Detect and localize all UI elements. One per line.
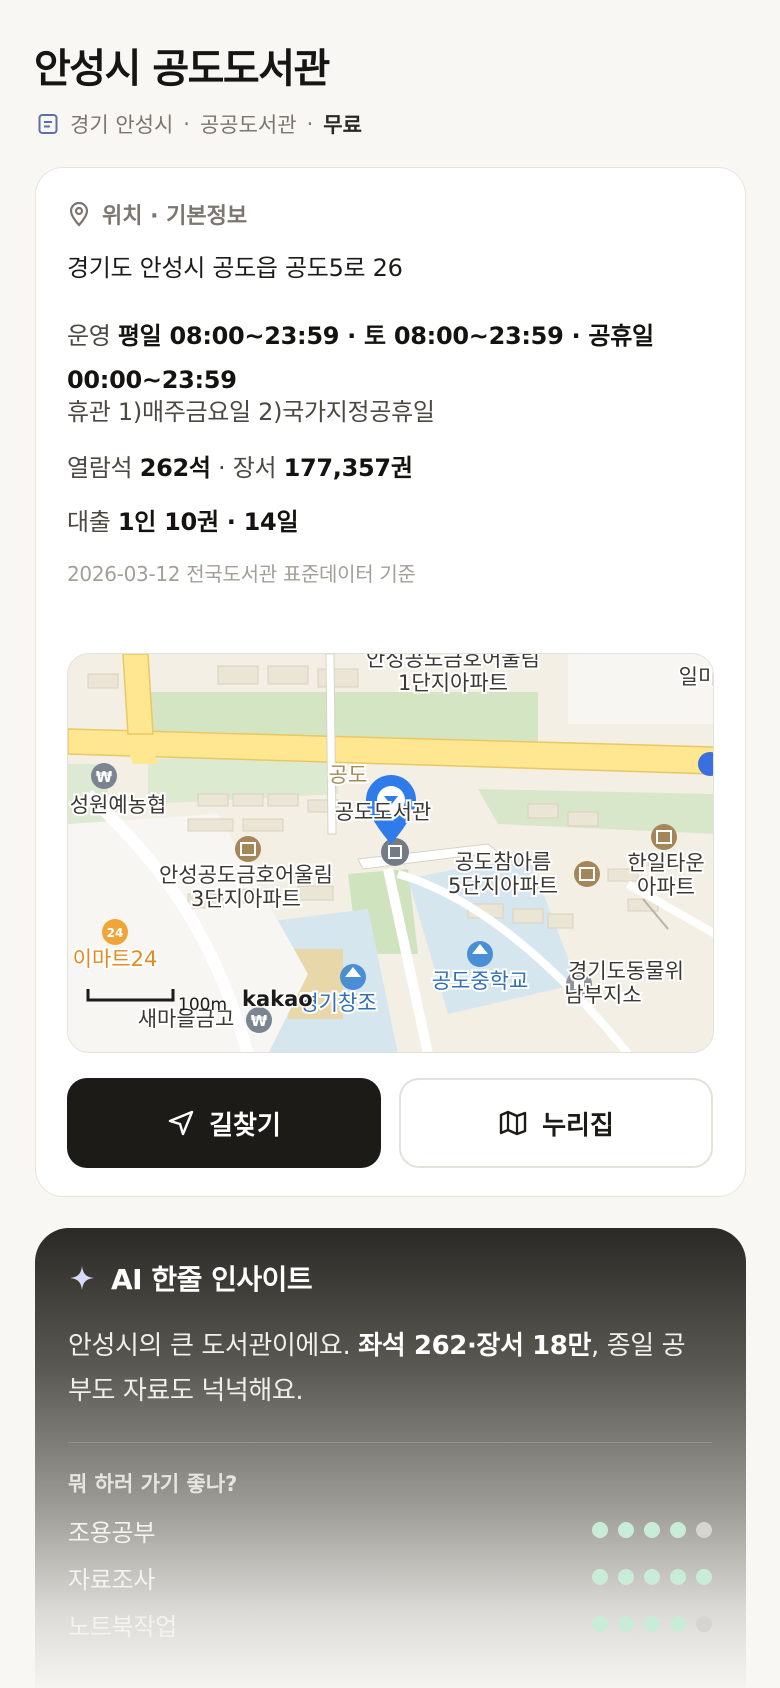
svg-text:₩: ₩ <box>251 1012 268 1030</box>
map-label-apt5: 공도참아름 <box>455 850 552 874</box>
closed-value: 1)매주금요일 2)국가지정공휴일 <box>117 398 435 426</box>
map-label-animal: 경기도동물위 <box>568 959 684 983</box>
rating-dots <box>592 1522 712 1538</box>
seats-value: 262석 <box>139 454 211 482</box>
rating-dot-empty <box>696 1522 712 1538</box>
seats-label: 열람석 <box>67 454 133 482</box>
data-source: 2026-03-12 전국도서관 표준데이터 기준 <box>67 562 416 586</box>
map-label-school: 공도중학교 <box>432 969 529 993</box>
capacity: 열람석 262석 · 장서 177,357권 <box>67 448 413 483</box>
library-detail-page: 안성시 공도도서관 경기 안성시 · 공공도서관 · 무료 위치 · 기본정보 … <box>0 0 780 1688</box>
loan-label: 대출 <box>67 508 111 536</box>
website-button[interactable]: 누리집 <box>399 1078 713 1168</box>
map-fold-icon <box>499 1110 527 1136</box>
info-card-header: 위치 · 기본정보 <box>68 198 247 230</box>
route-button[interactable]: 길찾기 <box>67 1078 381 1168</box>
loan-policy: 대출 1인 10권 · 14일 <box>67 502 299 537</box>
rating-row: 조용공부 <box>68 1510 712 1550</box>
ai-insight-text: 안성시의 큰 도서관이에요. 좌석 262·장서 18만, 종일 공부도 자료도… <box>68 1324 708 1414</box>
rating-row: 노트북작업 <box>68 1604 712 1644</box>
rating-dot-filled <box>670 1616 686 1632</box>
rating-row: 자료조사 <box>68 1557 712 1597</box>
page-title: 안성시 공도도서관 <box>34 46 330 92</box>
library-region: 경기 안성시 <box>70 113 174 137</box>
separator: · <box>218 454 226 482</box>
opening-hours: 운영 평일 08:00~23:59 · 토 08:00~23:59 · 공휴일 … <box>67 314 687 402</box>
closed-days: 휴관 1)매주금요일 2)국가지정공휴일 <box>67 392 435 427</box>
fee-badge: 무료 <box>323 113 362 137</box>
section-title: 위치 · 기본정보 <box>102 204 248 229</box>
ai-text-highlight: 좌석 262·장서 18만 <box>358 1331 592 1361</box>
route-button-label: 길찾기 <box>209 1110 281 1141</box>
ai-question: 뭐 하러 가기 좋나? <box>68 1472 238 1496</box>
books-label: 장서 <box>232 454 277 482</box>
rating-label: 자료조사 <box>68 1565 156 1594</box>
books-value: 177,357권 <box>283 454 413 482</box>
rating-dot-filled <box>592 1616 608 1632</box>
rating-dots <box>592 1616 712 1632</box>
closed-label: 휴관 <box>67 398 111 426</box>
hours-value: 평일 08:00~23:59 · 토 08:00~23:59 · 공휴일 00:… <box>67 322 654 394</box>
map-label-apt1: 안성공도금호어울림 <box>366 654 540 671</box>
document-icon <box>38 114 58 134</box>
svg-text:₩: ₩ <box>96 768 113 786</box>
ai-insight-title: AI 한줄 인사이트 <box>111 1263 313 1296</box>
divider <box>68 1442 712 1443</box>
map-label-hanil: 한일타운 <box>627 851 704 875</box>
map-label-gongdo: 공도 <box>329 763 368 787</box>
rating-label: 조용공부 <box>68 1518 156 1547</box>
rating-dot-filled <box>618 1616 634 1632</box>
rating-dot-filled <box>592 1569 608 1585</box>
library-meta: 경기 안성시 · 공공도서관 · 무료 <box>36 108 362 140</box>
map-label-hanil-line2: 아파트 <box>637 875 695 899</box>
rating-dot-filled <box>670 1569 686 1585</box>
sparkle-icon <box>70 1266 94 1290</box>
map-label-corner: 일미 <box>679 665 714 689</box>
svg-text:100m: 100m <box>178 995 227 1015</box>
map-brand-logo: kakao <box>242 987 313 1011</box>
separator: · <box>306 112 314 136</box>
map-label-apt3-line2: 3단지아파트 <box>191 887 301 911</box>
map-label-emart: 이마트24 <box>73 947 158 971</box>
hours-label: 운영 <box>67 322 111 350</box>
loan-value: 1인 10권 · 14일 <box>117 508 299 536</box>
rating-dot-filled <box>618 1569 634 1585</box>
navigation-arrow-icon <box>168 1110 194 1136</box>
map-label-apt1-line2: 1단지아파트 <box>398 671 508 695</box>
separator: · <box>183 112 190 136</box>
rating-dot-filled <box>696 1569 712 1585</box>
rating-dots <box>592 1569 712 1585</box>
location-map[interactable]: ₩ 24 ₩ 안성공도금호어울림 1단지아파트 일미 성원예농협 공도 공도도서… <box>67 653 714 1053</box>
location-pin-icon <box>69 201 89 227</box>
rating-dot-filled <box>644 1616 660 1632</box>
rating-dot-filled <box>644 1569 660 1585</box>
map-label-apt3: 안성공도금호어울림 <box>159 863 333 887</box>
address: 경기도 안성시 공도읍 공도5로 26 <box>67 254 403 282</box>
rating-dot-filled <box>618 1522 634 1538</box>
rating-label: 노트북작업 <box>68 1612 177 1641</box>
ai-insight-header: AI 한줄 인사이트 <box>69 1258 313 1298</box>
library-type: 공공도서관 <box>199 113 297 137</box>
rating-dot-empty <box>696 1616 712 1632</box>
svg-text:24: 24 <box>107 926 124 940</box>
rating-dot-filled <box>644 1522 660 1538</box>
ai-text-prefix: 안성시의 큰 도서관이에요. <box>68 1331 359 1361</box>
map-label-animal-line2: 남부지소 <box>564 983 641 1007</box>
info-card: 위치 · 기본정보 경기도 안성시 공도읍 공도5로 26 운영 평일 08:0… <box>35 167 746 1197</box>
rating-dot-filled <box>670 1522 686 1538</box>
rating-dot-filled <box>592 1522 608 1538</box>
map-label-nonghyup: 성원예농협 <box>70 793 167 817</box>
map-label-library: 공도도서관 <box>335 800 432 824</box>
ai-insight-card: AI 한줄 인사이트 안성시의 큰 도서관이에요. 좌석 262·장서 18만,… <box>35 1228 746 1688</box>
website-button-label: 누리집 <box>542 1110 614 1141</box>
map-label-apt5-line2: 5단지아파트 <box>448 874 558 898</box>
